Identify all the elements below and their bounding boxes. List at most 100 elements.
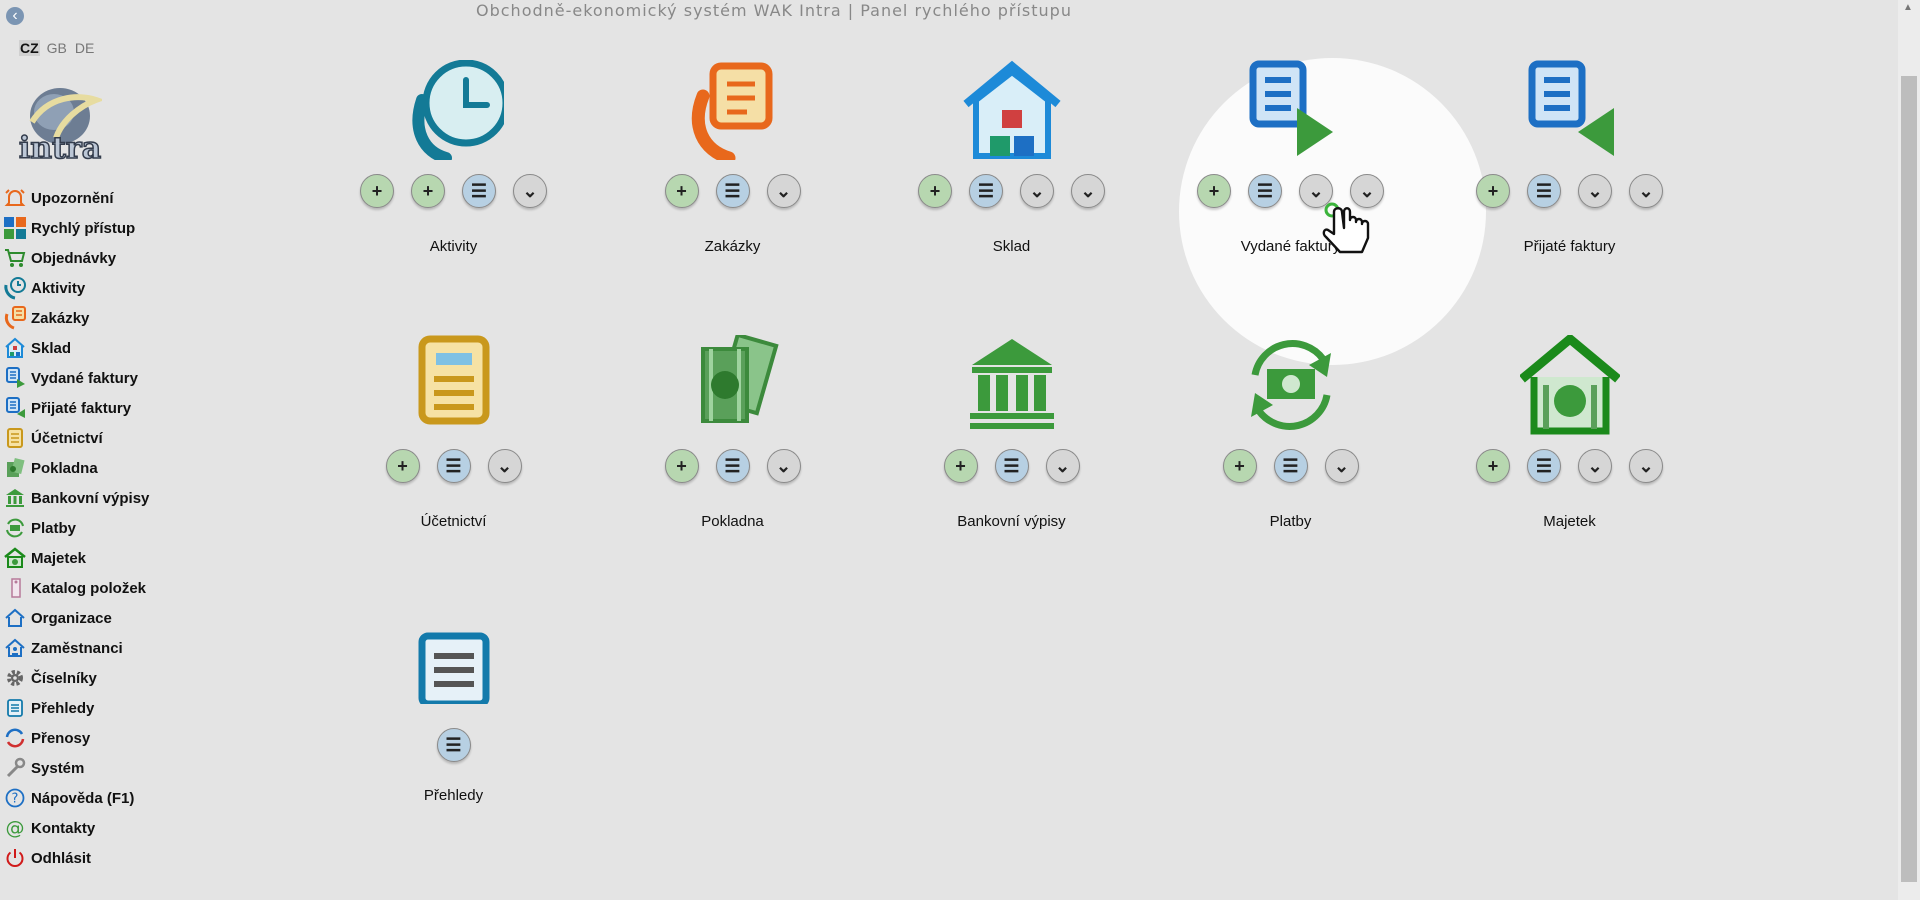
- list-button[interactable]: ☰: [1248, 174, 1282, 208]
- more-dropdown-button[interactable]: ⌄: [1350, 174, 1384, 208]
- sidebar-item-pokladna[interactable]: Pokladna: [0, 453, 190, 483]
- list-doc-icon: [2, 695, 28, 721]
- more-dropdown-button[interactable]: ⌄: [1324, 449, 1359, 483]
- vertical-scrollbar[interactable]: ▲: [1898, 0, 1920, 900]
- add-button[interactable]: +: [411, 174, 445, 208]
- sidebar-item-objednavky[interactable]: Objednávky: [0, 243, 190, 273]
- tile-label: Sklad: [992, 238, 1031, 255]
- add-button[interactable]: +: [1197, 174, 1231, 208]
- sidebar-item-organizace[interactable]: Organizace: [0, 603, 190, 633]
- more-dropdown-button[interactable]: ⌄: [487, 449, 522, 483]
- wak-intra-logo[interactable]: intra: [18, 86, 105, 167]
- sidebar-item-prehledy[interactable]: Přehledy: [0, 693, 190, 723]
- tile-label: Aktivity: [429, 238, 478, 255]
- list-button[interactable]: ☰: [715, 449, 750, 483]
- back-button[interactable]: ‹: [6, 7, 24, 25]
- tile-label: Bankovní výpisy: [957, 513, 1066, 530]
- list-button[interactable]: ☰: [1527, 174, 1561, 208]
- more-dropdown-button[interactable]: ⌄: [1045, 449, 1080, 483]
- add-button[interactable]: +: [943, 449, 978, 483]
- scroll-up-icon[interactable]: ▲: [1903, 2, 1913, 13]
- bank-icon[interactable]: [962, 335, 1062, 435]
- more-dropdown-button[interactable]: ⌄: [1071, 174, 1105, 208]
- sidebar-item-bankovni-vypisy[interactable]: Bankovní výpisy: [0, 483, 190, 513]
- tile-actions: + ☰ ⌄: [872, 449, 1151, 483]
- sidebar-item-label: Zakázky: [31, 309, 90, 327]
- more-dropdown-button[interactable]: ⌄: [513, 174, 547, 208]
- list-button[interactable]: ☰: [1273, 449, 1308, 483]
- payment-icon[interactable]: [1241, 335, 1341, 435]
- sidebar-item-system[interactable]: Systém: [0, 753, 190, 783]
- more-dropdown-button[interactable]: ⌄: [1629, 174, 1663, 208]
- sidebar-item-sklad[interactable]: Sklad: [0, 333, 190, 363]
- sidebar-item-ucetnictvi[interactable]: Účetnictví: [0, 423, 190, 453]
- list-button[interactable]: ☰: [462, 174, 496, 208]
- cash-icon[interactable]: [683, 332, 783, 435]
- more-dropdown-button[interactable]: ⌄: [1020, 174, 1054, 208]
- tile-label: Pokladna: [701, 513, 764, 530]
- sidebar-item-prijate-faktury[interactable]: Přijaté faktury: [0, 393, 190, 423]
- sidebar-item-odhlasit[interactable]: Odhlásit: [0, 843, 190, 873]
- invoice-in-icon[interactable]: [1520, 60, 1620, 160]
- add-button[interactable]: +: [1222, 449, 1257, 483]
- add-button[interactable]: +: [360, 174, 394, 208]
- warehouse-icon[interactable]: [962, 60, 1062, 160]
- property-icon[interactable]: [1519, 333, 1621, 435]
- invoice-out-icon[interactable]: [1241, 60, 1341, 160]
- sidebar-item-napoveda[interactable]: ? Nápověda (F1): [0, 783, 190, 813]
- sidebar-item-zamestnanci[interactable]: Zaměstnanci: [0, 633, 190, 663]
- more-dropdown-button[interactable]: ⌄: [1299, 174, 1333, 208]
- more-dropdown-button[interactable]: ⌄: [1629, 449, 1663, 483]
- list-button[interactable]: ☰: [994, 449, 1029, 483]
- list-button[interactable]: ☰: [436, 728, 471, 762]
- sidebar-item-majetek[interactable]: Majetek: [0, 543, 190, 573]
- tile-label: Přehledy: [423, 787, 484, 804]
- invoice-out-icon: [2, 365, 28, 391]
- cash-icon: [2, 455, 28, 481]
- tile-prijate-faktury: + ☰ ⌄ ⌄ Přijaté faktury: [1430, 60, 1709, 320]
- lang-de[interactable]: DE: [74, 40, 95, 56]
- sync-icon: [2, 725, 28, 751]
- scrollbar-thumb[interactable]: [1901, 76, 1917, 882]
- list-button[interactable]: ☰: [715, 174, 750, 208]
- sidebar-item-ciselniky[interactable]: Číselníky: [0, 663, 190, 693]
- sidebar-item-rychly-pristup[interactable]: Rychlý přístup: [0, 213, 190, 243]
- phone-note-icon[interactable]: [683, 60, 783, 165]
- sidebar-item-prenosy[interactable]: Přenosy: [0, 723, 190, 753]
- add-button[interactable]: +: [664, 174, 699, 208]
- tile-actions: ☰: [314, 728, 593, 762]
- house-icon: [2, 605, 28, 631]
- list-doc-icon[interactable]: [404, 604, 504, 708]
- phone-clock-icon[interactable]: [404, 59, 510, 164]
- lang-gb[interactable]: GB: [46, 40, 68, 56]
- sidebar-item-label: Aktivity: [31, 279, 86, 297]
- tile-aktivity: + + ☰ ⌄ Aktivity: [314, 59, 593, 320]
- sidebar-item-kontakty[interactable]: @ Kontakty: [0, 813, 190, 843]
- sidebar-item-label: Bankovní výpisy: [31, 489, 150, 507]
- sidebar-item-label: Sklad: [31, 339, 72, 357]
- sidebar-item-katalog-polozek[interactable]: Katalog položek: [0, 573, 190, 603]
- ledger-icon[interactable]: [404, 335, 504, 435]
- sidebar-item-zakazky[interactable]: Zakázky: [0, 303, 190, 333]
- more-dropdown-button[interactable]: ⌄: [1578, 449, 1612, 483]
- add-button[interactable]: +: [918, 174, 952, 208]
- sidebar-item-aktivity[interactable]: Aktivity: [0, 273, 190, 303]
- sidebar-item-vydane-faktury[interactable]: Vydané faktury: [0, 363, 190, 393]
- list-button[interactable]: ☰: [1527, 449, 1561, 483]
- more-dropdown-button[interactable]: ⌄: [1578, 174, 1612, 208]
- tile-label: Platby: [1269, 513, 1312, 530]
- phone-note-icon: [2, 305, 28, 331]
- list-button[interactable]: ☰: [436, 449, 471, 483]
- add-button[interactable]: +: [1476, 174, 1510, 208]
- lang-cz[interactable]: CZ: [19, 40, 40, 56]
- add-button[interactable]: +: [1476, 449, 1510, 483]
- more-dropdown-button[interactable]: ⌄: [766, 174, 801, 208]
- add-button[interactable]: +: [385, 449, 420, 483]
- sidebar-item-platby[interactable]: Platby: [0, 513, 190, 543]
- add-button[interactable]: +: [664, 449, 699, 483]
- more-dropdown-button[interactable]: ⌄: [766, 449, 801, 483]
- sidebar-item-upozorneni[interactable]: Upozornění: [0, 183, 190, 213]
- sidebar-item-label: Přenosy: [31, 729, 91, 747]
- tile-label: Vydané faktury: [1240, 238, 1341, 255]
- list-button[interactable]: ☰: [969, 174, 1003, 208]
